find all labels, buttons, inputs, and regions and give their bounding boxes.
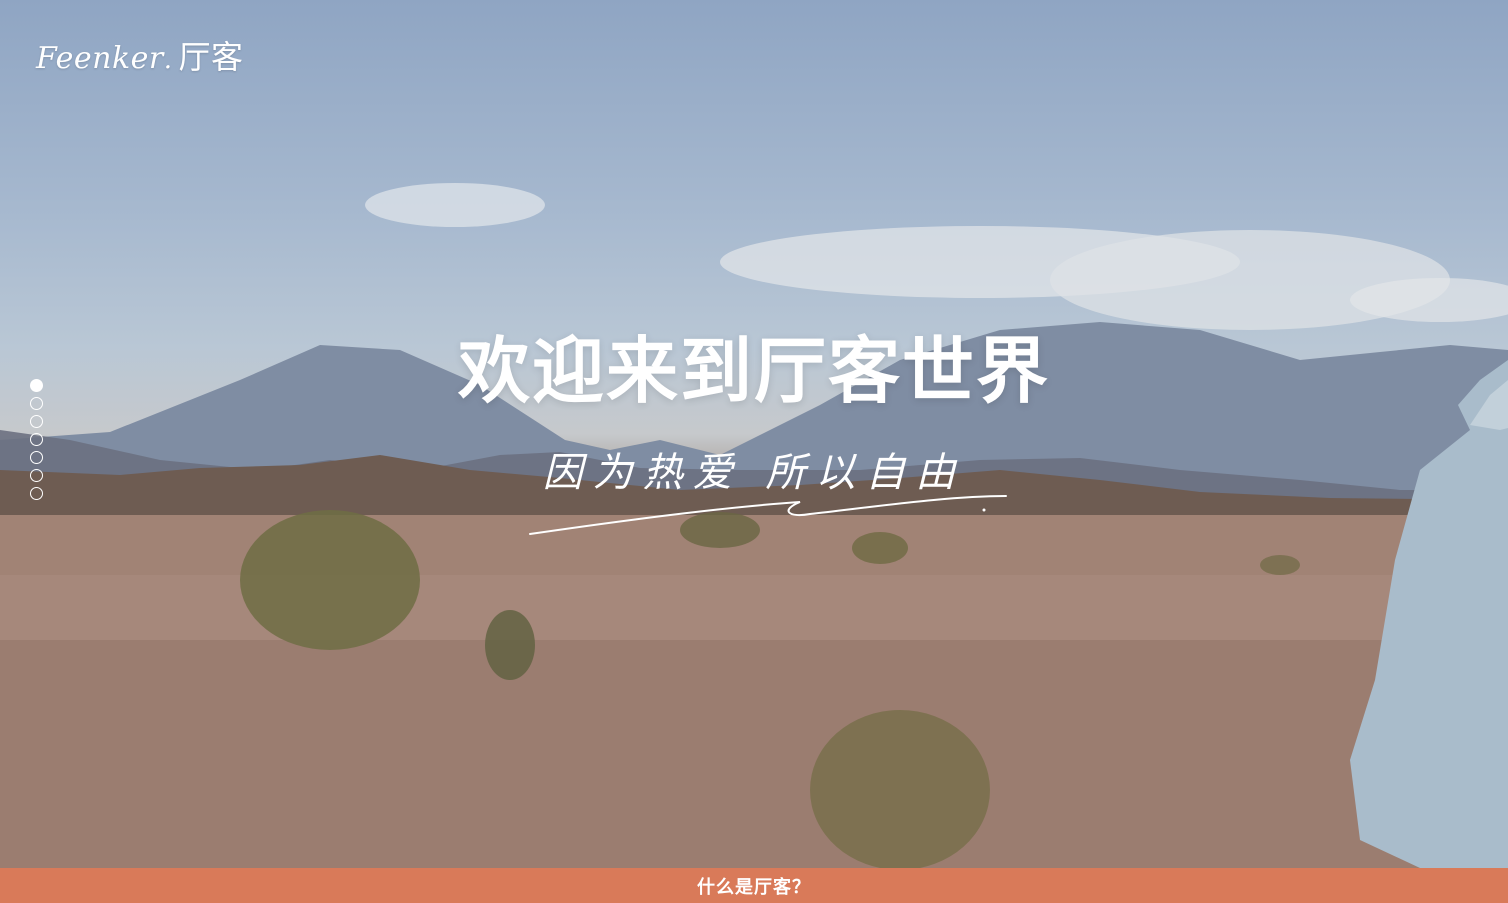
what-is-feenker-label: 什么是厅客？: [697, 876, 811, 898]
page: Feenker. 厅客 欢迎来到厅客世界 因为热爱 所以自由 什么是厅客？: [0, 0, 1508, 903]
logo-latin-text: Feenker: [36, 41, 164, 76]
what-is-feenker-bar[interactable]: 什么是厅客？: [0, 868, 1508, 903]
tagline-underline-swoosh: [529, 495, 1007, 535]
brand-logo[interactable]: Feenker. 厅客: [36, 32, 244, 78]
logo-dot: .: [163, 45, 173, 75]
landscape-background: [0, 183, 1508, 868]
hero-banner: [0, 0, 1508, 868]
hero-headline: 欢迎来到厅客世界: [457, 329, 1050, 413]
logo-chinese-text: 厅客: [178, 38, 244, 76]
